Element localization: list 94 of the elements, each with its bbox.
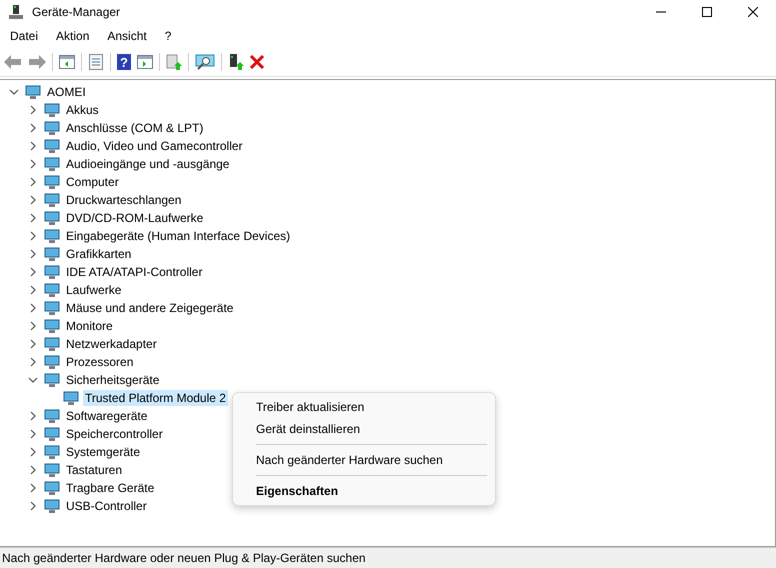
tree-item[interactable]: Sicherheitsgeräte xyxy=(64,372,162,388)
expand-chevron-icon[interactable] xyxy=(28,105,38,115)
expand-chevron-icon[interactable] xyxy=(28,303,38,313)
forward-arrow-icon[interactable] xyxy=(28,55,46,69)
device-icon xyxy=(44,372,60,388)
tree-item[interactable]: Grafikkarten xyxy=(64,246,134,262)
device-icon xyxy=(44,480,60,496)
device-icon xyxy=(44,300,60,316)
device-icon xyxy=(44,120,60,136)
collapse-chevron-icon[interactable] xyxy=(28,375,38,385)
uninstall-icon[interactable] xyxy=(250,55,264,69)
tree-item[interactable]: Prozessoren xyxy=(64,354,136,370)
device-icon xyxy=(44,426,60,442)
tree-item[interactable]: Tragbare Geräte xyxy=(64,480,156,496)
device-icon xyxy=(44,210,60,226)
window-title: Geräte-Manager xyxy=(32,5,120,19)
device-icon xyxy=(44,228,60,244)
tree-item[interactable]: DVD/CD-ROM-Laufwerke xyxy=(64,210,206,226)
context-menu-item[interactable]: Gerät deinstallieren xyxy=(233,418,495,440)
expand-chevron-icon[interactable] xyxy=(28,447,38,457)
menu-item[interactable]: ? xyxy=(158,29,178,43)
menu-item[interactable]: Aktion xyxy=(50,29,96,43)
device-icon xyxy=(44,102,60,118)
expand-chevron-icon[interactable] xyxy=(28,465,38,475)
tree-item[interactable]: Netzwerkadapter xyxy=(64,336,159,352)
help-icon[interactable]: ? xyxy=(117,54,131,70)
device-icon xyxy=(44,246,60,262)
tree-item[interactable]: Eingabegeräte (Human Interface Devices) xyxy=(64,228,292,244)
tree-item[interactable]: Laufwerke xyxy=(64,282,124,298)
context-menu-item[interactable]: Nach geänderter Hardware suchen xyxy=(233,449,495,471)
tree-item[interactable]: Tastaturen xyxy=(64,462,124,478)
tree-item[interactable]: Audio, Video und Gamecontroller xyxy=(64,138,245,154)
device-icon xyxy=(44,336,60,352)
device-icon xyxy=(63,390,79,406)
tree-item[interactable]: Mäuse und andere Zeigegeräte xyxy=(64,300,236,316)
tree-item[interactable]: Akkus xyxy=(64,102,101,118)
tree-item[interactable]: USB-Controller xyxy=(64,498,149,514)
expand-chevron-icon[interactable] xyxy=(28,195,38,205)
tree-item[interactable]: AOMEI xyxy=(45,84,88,100)
expand-chevron-icon[interactable] xyxy=(28,429,38,439)
tree-item[interactable]: Druckwarteschlangen xyxy=(64,192,184,208)
tree-item[interactable]: Trusted Platform Module 2 xyxy=(83,390,228,406)
device-icon xyxy=(44,264,60,280)
device-icon xyxy=(44,174,60,190)
monitor-magnifier-icon[interactable] xyxy=(195,54,215,70)
expand-chevron-icon[interactable] xyxy=(28,159,38,169)
panel-icon[interactable] xyxy=(137,55,153,69)
device-icon xyxy=(44,156,60,172)
tree-item[interactable]: Audioeingänge und -ausgänge xyxy=(64,156,232,172)
status-bar: Nach geänderter Hardware oder neuen Plug & Play-Geräten suchen xyxy=(0,547,776,568)
expand-chevron-icon[interactable] xyxy=(28,285,38,295)
device-icon xyxy=(44,192,60,208)
maximize-icon xyxy=(702,7,712,17)
expand-chevron-icon[interactable] xyxy=(28,321,38,331)
tree-item[interactable]: Speichercontroller xyxy=(64,426,165,442)
back-arrow-icon[interactable] xyxy=(4,55,22,69)
menu-item[interactable]: Datei xyxy=(4,29,44,43)
tree-item[interactable]: Computer xyxy=(64,174,121,190)
expand-chevron-icon[interactable] xyxy=(28,501,38,511)
tree-item[interactable]: Monitore xyxy=(64,318,115,334)
update-driver-icon[interactable] xyxy=(166,54,182,70)
tree-item[interactable]: Anschlüsse (COM & LPT) xyxy=(64,120,206,136)
close-icon xyxy=(748,7,758,17)
context-menu-item[interactable]: Treiber aktualisieren xyxy=(233,396,495,418)
properties-sheet-icon[interactable] xyxy=(88,54,104,70)
expand-chevron-icon[interactable] xyxy=(28,357,38,367)
expand-chevron-icon[interactable] xyxy=(28,213,38,223)
tree-item[interactable]: IDE ATA/ATAPI-Controller xyxy=(64,264,204,280)
enable-device-icon[interactable] xyxy=(228,54,244,70)
device-icon xyxy=(44,462,60,478)
panel-icon[interactable] xyxy=(59,55,75,69)
expand-chevron-icon[interactable] xyxy=(28,231,38,241)
context-menu-item[interactable]: Eigenschaften xyxy=(233,480,495,502)
device-icon xyxy=(44,354,60,370)
expand-chevron-icon[interactable] xyxy=(28,411,38,421)
expand-chevron-icon[interactable] xyxy=(28,339,38,349)
device-icon xyxy=(44,444,60,460)
device-icon xyxy=(25,84,41,100)
expand-chevron-icon[interactable] xyxy=(28,267,38,277)
collapse-chevron-icon[interactable] xyxy=(9,87,19,97)
device-icon xyxy=(44,282,60,298)
tree-item[interactable]: Systemgeräte xyxy=(64,444,142,460)
expand-chevron-icon[interactable] xyxy=(28,123,38,133)
device-icon xyxy=(44,408,60,424)
menu-item[interactable]: Ansicht xyxy=(101,29,153,43)
device-icon xyxy=(44,138,60,154)
tree-item[interactable]: Softwaregeräte xyxy=(64,408,150,424)
expand-chevron-icon[interactable] xyxy=(28,249,38,259)
computer-tower-icon xyxy=(8,4,24,20)
device-icon xyxy=(44,498,60,514)
expand-chevron-icon[interactable] xyxy=(28,177,38,187)
device-icon xyxy=(44,318,60,334)
expand-chevron-icon[interactable] xyxy=(28,483,38,493)
expand-chevron-icon[interactable] xyxy=(28,141,38,151)
